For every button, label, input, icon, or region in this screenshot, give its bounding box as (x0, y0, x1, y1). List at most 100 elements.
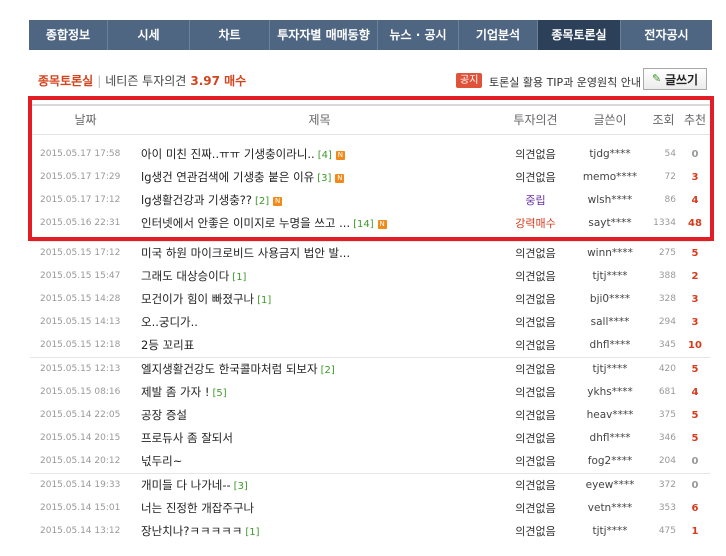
post-title[interactable]: 넋두리~ (141, 450, 498, 473)
investment-opinion: 중립 (525, 194, 546, 207)
comment-count: [2] (255, 196, 270, 207)
post-date: 2015.05.14 20:15 (40, 433, 121, 443)
board-title: 종목토론실 (38, 74, 94, 88)
post-title[interactable]: 그래도 대상승이다 [1] (141, 265, 498, 288)
table-row[interactable]: 2015.05.14 22:05 공장 증설 의견없음 heav**** 375 5 (30, 404, 710, 427)
post-title-text[interactable]: 엘지생활건강도 한국콜마처럼 되보자 (141, 362, 318, 376)
post-title[interactable]: 인터넷에서 안좋은 이미지로 누명을 쓰고 ... [14] N (141, 212, 498, 235)
table-row[interactable]: 2015.05.15 17:12 미국 하원 마이크로비드 사용금지 법안 발..… (30, 241, 710, 265)
post-title[interactable]: 엘지생활건강도 한국콜마처럼 되보자 [2] (141, 358, 498, 381)
table-row[interactable]: 2015.05.15 12:18 2등 꼬리표 의견없음 dhfl**** 345 10 (30, 334, 710, 357)
nav-tab[interactable]: 전자공시 (621, 20, 712, 50)
post-title-text[interactable]: 제발 좀 가자 ! (141, 385, 209, 399)
post-title[interactable]: 아이 미친 진짜..ㅠㅠ 기생충이라니.. [4] N (141, 143, 498, 166)
table-row[interactable]: 2015.05.15 12:13 엘지생활건강도 한국콜마처럼 되보자 [2] 의견없… (30, 357, 710, 381)
view-count: 353 (658, 503, 676, 513)
post-title[interactable]: 너는 진정한 개잡주구나 (141, 497, 498, 520)
recommend-count: 48 (688, 218, 702, 229)
post-title[interactable]: 모건이가 힘이 빠졌구나 [1] (141, 288, 498, 311)
post-title-text[interactable]: lg생활건강과 기생충?? (141, 193, 252, 207)
post-date: 2015.05.14 13:12 (40, 526, 121, 536)
table-row[interactable]: 2015.05.14 20:15 프로듀사 좀 잘되서 의견없음 dhfl**** 34… (30, 427, 710, 450)
post-title-text[interactable]: 프로듀사 좀 잘되서 (141, 431, 233, 445)
nav-tab[interactable]: 뉴스 · 공시 (378, 20, 459, 50)
table-row[interactable]: 2015.05.14 20:12 넋두리~ 의견없음 fog2**** 204 0 (30, 450, 710, 473)
recommend-count: 4 (691, 387, 699, 398)
col-views: 조회 (652, 113, 675, 127)
comment-count: [1] (257, 295, 272, 306)
table-row[interactable]: 2015.05.15 14:13 오..궁디가.. 의견없음 sall**** 294 3 (30, 311, 710, 334)
table-row[interactable]: 2015.05.16 22:31 인터넷에서 안좋은 이미지로 누명을 쓰고 ..… (30, 212, 710, 235)
recommend-count: 0 (691, 480, 699, 491)
post-date: 2015.05.17 17:58 (40, 149, 121, 159)
table-row[interactable]: 2015.05.15 15:47 그래도 대상승이다 [1] 의견없음 tjtj****… (30, 265, 710, 288)
nav-tab[interactable]: 투자자별 매매동향 (270, 20, 378, 50)
post-date: 2015.05.15 17:12 (40, 248, 121, 258)
post-title-text[interactable]: lg생건 연관검색에 기생충 붙은 이유 (141, 170, 314, 184)
post-author: wlsh**** (587, 194, 633, 206)
post-date: 2015.05.15 12:13 (40, 364, 121, 374)
notice-link[interactable]: 토론실 활용 TIP과 운영원칙 안내 (489, 74, 641, 90)
recommend-count: 5 (691, 433, 699, 444)
investment-opinion: 강력매수 (515, 217, 556, 230)
post-title[interactable]: lg생활건강과 기생충?? [2] N (141, 189, 498, 212)
post-title-text[interactable]: 공장 증설 (141, 408, 187, 422)
view-count: 275 (658, 248, 676, 258)
post-title[interactable]: 프로듀사 좀 잘되서 (141, 427, 498, 450)
view-count: 1334 (653, 218, 676, 228)
post-title-text[interactable]: 그래도 대상승이다 (141, 269, 229, 283)
post-title-text[interactable]: 2등 꼬리표 (141, 338, 194, 352)
view-count: 204 (658, 456, 676, 466)
investment-opinion: 의견없음 (515, 386, 556, 399)
recommend-count: 1 (691, 526, 699, 537)
table-row[interactable]: 2015.05.17 17:58 아이 미친 진짜..ㅠㅠ 기생충이라니.. [4]… (30, 143, 710, 166)
table-row[interactable]: 2015.05.14 15:01 너는 진정한 개잡주구나 의견없음 vetn****… (30, 497, 710, 520)
table-row[interactable]: 2015.05.15 08:16 제발 좀 가자 ! [5] 의견없음 ykhs****… (30, 381, 710, 404)
table-row[interactable]: 2015.05.14 19:33 개미들 다 나가네-- [3] 의견없음 eyew**… (30, 473, 710, 497)
post-title-text[interactable]: 넋두리~ (141, 454, 182, 468)
nav-tab[interactable]: 기업분석 (459, 20, 538, 50)
post-title[interactable]: 공장 증설 (141, 404, 498, 427)
post-title[interactable]: 제발 좀 가자 ! [5] (141, 381, 498, 404)
pencil-icon: ✎ (651, 72, 662, 85)
post-author: tjtj**** (592, 363, 628, 375)
view-count: 372 (658, 480, 676, 490)
write-button[interactable]: ✎ 글쓰기 (643, 68, 707, 90)
post-author: ykhs**** (587, 386, 633, 398)
post-title-text[interactable]: 오..궁디가.. (141, 315, 198, 329)
post-title[interactable]: 2등 꼬리표 (141, 334, 498, 357)
post-title-text[interactable]: 장난치나?ㅋㅋㅋㅋㅋ (141, 524, 242, 538)
post-title[interactable]: 개미들 다 나가네-- [3] (141, 474, 498, 497)
nav-tab[interactable]: 차트 (190, 20, 270, 50)
post-date: 2015.05.17 17:29 (40, 172, 121, 182)
post-title-text[interactable]: 인터넷에서 안좋은 이미지로 누명을 쓰고 ... (141, 216, 350, 230)
table-row[interactable]: 2015.05.15 14:28 모건이가 힘이 빠졌구나 [1] 의견없음 bji0*… (30, 288, 710, 311)
top-nav: 종합정보 시세 차트 투자자별 매매동향 뉴스 · 공시 기업분석 종목토론실 전자공시 (29, 20, 712, 50)
col-opinion: 투자의견 (513, 113, 558, 127)
view-count: 72 (664, 172, 676, 182)
investment-opinion: 의견없음 (515, 525, 556, 538)
post-title-text[interactable]: 너는 진정한 개잡주구나 (141, 501, 254, 515)
post-author: heav**** (586, 409, 634, 421)
recommend-count: 6 (691, 503, 699, 514)
recommend-count: 5 (691, 410, 699, 421)
table-row[interactable]: 2015.05.17 17:29 lg생건 연관검색에 기생충 붙은 이유 [3] N… (30, 166, 710, 189)
highlighted-rows: 2015.05.17 17:58 아이 미친 진짜..ㅠㅠ 기생충이라니.. [4]… (30, 135, 710, 235)
post-title[interactable]: 장난치나?ㅋㅋㅋㅋㅋ [1] (141, 520, 498, 543)
post-title-text[interactable]: 개미들 다 나가네-- (141, 478, 231, 492)
investment-opinion: 의견없음 (515, 293, 556, 306)
investment-opinion: 의견없음 (515, 363, 556, 376)
view-count: 420 (658, 364, 676, 374)
table-row[interactable]: 2015.05.17 17:12 lg생활건강과 기생충?? [2] N 중립 wlsh*… (30, 189, 710, 212)
post-title-text[interactable]: 모건이가 힘이 빠졌구나 (141, 292, 254, 306)
nav-tab[interactable]: 종목토론실 (538, 20, 621, 50)
post-title[interactable]: 미국 하원 마이크로비드 사용금지 법안 발... (141, 242, 498, 265)
post-title-text[interactable]: 미국 하원 마이크로비드 사용금지 법안 발... (141, 246, 350, 260)
nav-tab[interactable]: 종합정보 (29, 20, 108, 50)
comment-count: [14] (353, 219, 374, 230)
nav-tab[interactable]: 시세 (108, 20, 190, 50)
post-title-text[interactable]: 아이 미친 진짜..ㅠㅠ 기생충이라니.. (141, 147, 315, 161)
post-title[interactable]: lg생건 연관검색에 기생충 붙은 이유 [3] N (141, 166, 498, 189)
post-title[interactable]: 오..궁디가.. (141, 311, 498, 334)
table-row[interactable]: 2015.05.14 13:12 장난치나?ㅋㅋㅋㅋㅋ [1] 의견없음 tjtj***… (30, 520, 710, 543)
